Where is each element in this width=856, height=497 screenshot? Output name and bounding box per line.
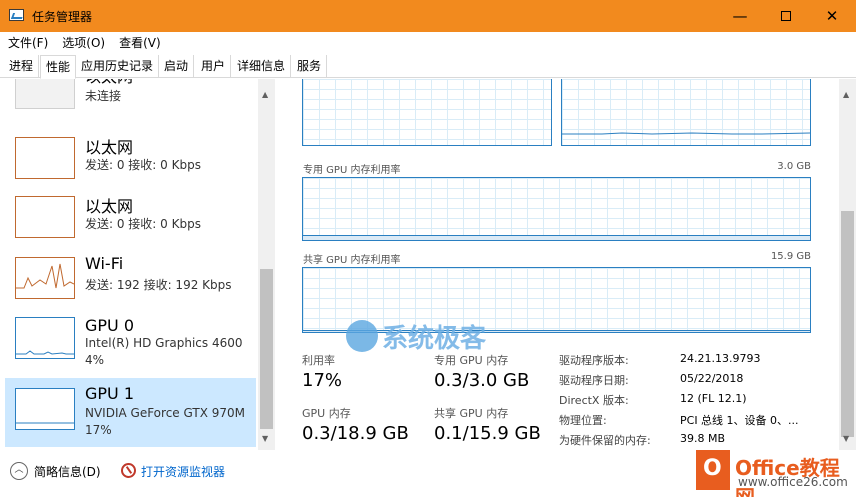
open-resource-monitor-link[interactable]: 打开资源监视器 xyxy=(141,463,225,480)
tab-processes[interactable]: 进程 xyxy=(4,55,40,78)
utilization-value: 17% xyxy=(302,370,343,391)
device-thumbnail xyxy=(15,388,75,430)
physical-location-key: 物理位置: xyxy=(559,414,607,427)
watermark-url: www.office26.com xyxy=(738,475,848,489)
wifi-sparkline xyxy=(16,263,75,289)
reserved-memory-value: 39.8 MB xyxy=(680,432,726,445)
device-status: 发送: 192 接收: 192 Kbps xyxy=(85,278,232,292)
device-model: Intel(R) HD Graphics 4600 xyxy=(85,336,243,350)
menu-file[interactable]: 文件(F) xyxy=(8,34,48,51)
tab-details[interactable]: 详细信息 xyxy=(232,55,292,78)
device-model: NVIDIA GeForce GTX 970M xyxy=(85,406,245,420)
device-thumbnail xyxy=(15,79,75,109)
tab-services[interactable]: 服务 xyxy=(292,55,328,78)
close-button[interactable]: ✕ xyxy=(809,0,855,32)
device-thumbnail xyxy=(15,317,75,359)
engine-graph-right xyxy=(561,79,811,146)
device-list-scrollbar[interactable]: ▲ ▼ xyxy=(258,79,275,450)
maximize-button[interactable] xyxy=(763,0,809,32)
shared-mem-label: 共享 GPU 内存 xyxy=(434,407,509,420)
dedicated-memory-label: 专用 GPU 内存利用率 xyxy=(303,165,401,176)
tab-startup[interactable]: 启动 xyxy=(159,55,195,78)
device-thumbnail xyxy=(15,257,75,299)
scroll-down-icon[interactable]: ▼ xyxy=(843,434,849,443)
fewer-details-button[interactable]: 简略信息(D) xyxy=(34,463,101,480)
shared-memory-fill xyxy=(303,330,810,332)
device-usage: 4% xyxy=(85,353,105,367)
device-thumbnail xyxy=(15,137,75,179)
tab-strip: 进程 性能 应用历史记录 启动 用户 详细信息 服务 xyxy=(0,55,856,79)
dedicated-memory-fill xyxy=(303,235,810,240)
watermark-logo-icon xyxy=(346,320,378,352)
device-name: 以太网 xyxy=(85,79,133,87)
details-scrollbar[interactable]: ▲ ▼ xyxy=(839,79,856,450)
gpu0-sparkline xyxy=(16,350,74,355)
scroll-thumb[interactable] xyxy=(260,269,273,429)
tab-app-history[interactable]: 应用历史记录 xyxy=(76,55,160,78)
engine-graph-line xyxy=(562,132,810,135)
utilization-label: 利用率 xyxy=(302,354,335,367)
tab-users[interactable]: 用户 xyxy=(196,55,232,78)
maximize-icon xyxy=(781,11,791,21)
engine-graph-left xyxy=(302,79,552,146)
list-item[interactable]: 以太网 未连接 xyxy=(5,79,256,120)
directx-version-key: DirectX 版本: xyxy=(559,394,629,407)
office-logo-icon xyxy=(696,450,730,490)
driver-date-value: 05/22/2018 xyxy=(680,372,744,385)
driver-version-value: 24.21.13.9793 xyxy=(680,352,761,365)
device-name: GPU 0 xyxy=(85,316,135,335)
shared-memory-graph xyxy=(302,267,811,333)
device-status: 发送: 0 接收: 0 Kbps xyxy=(85,158,201,172)
scroll-up-icon[interactable]: ▲ xyxy=(843,90,849,99)
physical-location-value: PCI 总线 1、设备 0、... xyxy=(680,414,799,427)
dedicated-memory-cap: 3.0 GB xyxy=(777,161,811,172)
list-item-selected[interactable]: GPU 1 NVIDIA GeForce GTX 970M 17% xyxy=(5,378,256,447)
shared-mem-value: 0.1/15.9 GB xyxy=(434,423,541,444)
gpu-mem-label: GPU 内存 xyxy=(302,407,351,420)
menu-options[interactable]: 选项(O) xyxy=(62,34,105,51)
window-title: 任务管理器 xyxy=(32,10,93,24)
list-item[interactable]: GPU 0 Intel(R) HD Graphics 4600 4% xyxy=(5,309,256,378)
minimize-button[interactable]: — xyxy=(717,0,763,32)
tab-performance[interactable]: 性能 xyxy=(40,55,77,79)
gpu1-sparkline xyxy=(16,422,74,424)
dedicated-memory-graph xyxy=(302,177,811,241)
menu-view[interactable]: 查看(V) xyxy=(119,34,161,51)
driver-date-key: 驱动程序日期: xyxy=(559,374,629,387)
device-name: 以太网 xyxy=(85,197,134,216)
device-status: 发送: 0 接收: 0 Kbps xyxy=(85,217,201,231)
scroll-thumb[interactable] xyxy=(841,211,854,437)
device-name: Wi-Fi xyxy=(85,254,124,273)
reserved-memory-key: 为硬件保留的内存: xyxy=(559,434,651,447)
title-bar: 任务管理器 — ✕ xyxy=(0,0,856,32)
menu-bar: 文件(F) 选项(O) 查看(V) xyxy=(0,32,856,53)
watermark-text: 系统极客 xyxy=(382,324,487,354)
device-thumbnail xyxy=(15,196,75,238)
device-list: 以太网 未连接 以太网 发送: 0 接收: 0 Kbps 以太网 发送: 0 接… xyxy=(0,79,275,450)
gpu-mem-value: 0.3/18.9 GB xyxy=(302,423,409,444)
scroll-up-icon[interactable]: ▲ xyxy=(262,90,268,99)
list-item[interactable]: Wi-Fi 发送: 192 接收: 192 Kbps xyxy=(5,247,256,316)
shared-memory-cap: 15.9 GB xyxy=(770,251,811,262)
scroll-down-icon[interactable]: ▼ xyxy=(262,434,268,443)
device-name: GPU 1 xyxy=(85,384,135,403)
resource-monitor-icon[interactable] xyxy=(121,463,136,478)
shared-memory-label: 共享 GPU 内存利用率 xyxy=(303,255,401,266)
dedicated-mem-value: 0.3/3.0 GB xyxy=(434,370,530,391)
task-manager-icon xyxy=(9,9,24,21)
device-usage: 17% xyxy=(85,423,112,437)
driver-version-key: 驱动程序版本: xyxy=(559,354,629,367)
directx-version-value: 12 (FL 12.1) xyxy=(680,392,747,405)
device-name: 以太网 xyxy=(85,138,134,157)
chevron-up-icon[interactable]: ︿ xyxy=(10,462,28,480)
device-status: 未连接 xyxy=(85,89,122,103)
list-item[interactable]: 以太网 发送: 0 接收: 0 Kbps xyxy=(5,186,256,255)
